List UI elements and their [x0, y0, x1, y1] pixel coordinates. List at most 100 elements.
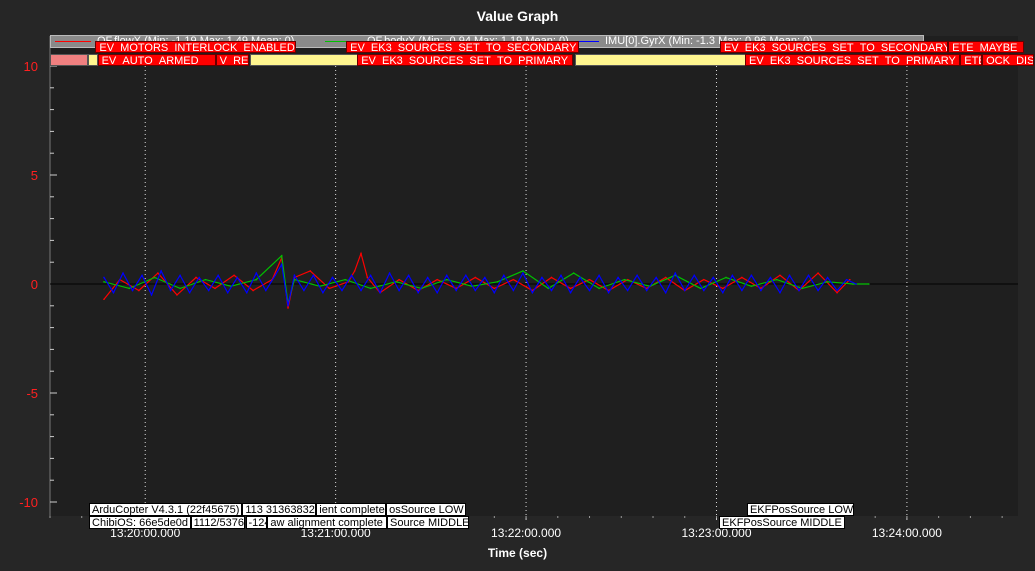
event-label: EV_EK3_SOURCES_SET_TO_SECONDARY — [719, 41, 949, 53]
data-point — [236, 276, 239, 279]
data-point — [379, 291, 381, 294]
data-point — [369, 274, 372, 277]
event-marker-block — [88, 54, 98, 66]
x-tick-label: 13:22:00.000 — [491, 526, 561, 540]
data-point — [179, 287, 181, 290]
data-point — [664, 276, 667, 279]
data-point — [817, 289, 819, 292]
data-point — [826, 276, 829, 279]
data-point — [702, 278, 705, 281]
data-point — [741, 276, 743, 279]
data-point — [303, 289, 305, 292]
data-point — [655, 276, 657, 279]
data-point — [512, 289, 515, 292]
event-label: EV_EK3_SOURCES_SET_TO_PRIMARY — [357, 54, 574, 66]
data-point — [207, 289, 210, 292]
data-point — [398, 289, 400, 292]
data-point — [750, 274, 753, 277]
data-point — [731, 274, 734, 277]
data-point — [760, 289, 762, 292]
data-point — [522, 272, 524, 274]
data-point — [807, 274, 810, 277]
message-label: ArduCopter V4.3.1 (22f45675) — [89, 503, 243, 516]
y-tick-label: -10 — [19, 495, 38, 510]
data-point — [407, 274, 410, 277]
data-point — [179, 274, 181, 277]
data-point — [699, 287, 702, 290]
message-label: 113 31363832 — [242, 503, 317, 516]
data-point — [769, 276, 772, 279]
data-point — [779, 274, 781, 277]
data-point — [493, 291, 496, 294]
y-tick-label: 10 — [24, 59, 38, 74]
data-point — [360, 252, 362, 255]
data-point — [775, 278, 778, 281]
event-marker-block — [250, 54, 358, 66]
event-marker-block — [50, 54, 88, 66]
data-point — [287, 305, 289, 307]
data-point — [198, 276, 200, 279]
plot-area[interactable]: 1050-5-1013:20:00.000 13:21:00.000 13:22:0… — [0, 0, 1035, 571]
data-point — [233, 274, 235, 277]
data-point — [245, 291, 248, 294]
y-tick-label: 5 — [31, 168, 38, 183]
data-point — [274, 274, 277, 277]
data-point — [598, 274, 600, 277]
data-point — [436, 291, 439, 294]
data-point — [788, 274, 791, 277]
data-point — [626, 289, 629, 292]
data-point — [103, 281, 105, 283]
data-point — [112, 291, 115, 294]
data-point — [426, 276, 429, 279]
event-label: OCK_DISA — [982, 54, 1034, 66]
data-point — [322, 291, 324, 294]
data-point — [579, 276, 581, 279]
data-point — [464, 274, 467, 277]
data-point — [607, 291, 610, 294]
data-point — [150, 294, 153, 296]
data-point — [417, 291, 419, 294]
data-point — [214, 287, 216, 290]
data-point — [287, 307, 289, 309]
data-point — [817, 272, 819, 274]
data-point — [188, 291, 191, 294]
data-point — [103, 276, 105, 279]
data-point — [255, 272, 258, 274]
data-point — [855, 283, 857, 285]
data-point — [350, 274, 353, 277]
data-point — [141, 274, 143, 277]
data-point — [455, 289, 458, 292]
data-point — [436, 278, 439, 281]
data-point — [157, 272, 159, 274]
data-point — [826, 281, 829, 283]
data-point — [331, 276, 334, 279]
data-point — [265, 289, 267, 292]
data-point — [779, 291, 781, 294]
data-point — [725, 276, 727, 279]
data-point — [388, 272, 391, 274]
event-label: EV_AUTO_ARMED — [97, 54, 216, 66]
data-point — [353, 270, 356, 272]
data-point — [131, 289, 134, 292]
data-point — [474, 289, 477, 292]
data-point — [176, 294, 178, 296]
data-point — [293, 274, 296, 277]
message-label: Source MIDDLE — [387, 516, 469, 529]
message-label: ient complete — [316, 503, 387, 516]
message-label: osSource LOW — [386, 503, 466, 516]
data-point — [160, 270, 162, 272]
event-label: ETE_MAYBE — [948, 41, 1025, 53]
data-point — [836, 291, 838, 294]
data-point — [309, 270, 312, 272]
message-label: aw alignment complete — [267, 516, 388, 529]
event-label: V_RESET — [215, 54, 250, 66]
event-label: EV_EK3_SOURCES_SET_TO_PRIMARY — [745, 54, 961, 66]
data-point — [569, 291, 572, 294]
data-point — [617, 276, 619, 279]
data-point — [522, 270, 524, 272]
data-point — [560, 274, 562, 277]
data-point — [474, 276, 477, 279]
data-point — [122, 272, 124, 274]
data-point — [512, 278, 515, 281]
data-point — [588, 278, 591, 281]
